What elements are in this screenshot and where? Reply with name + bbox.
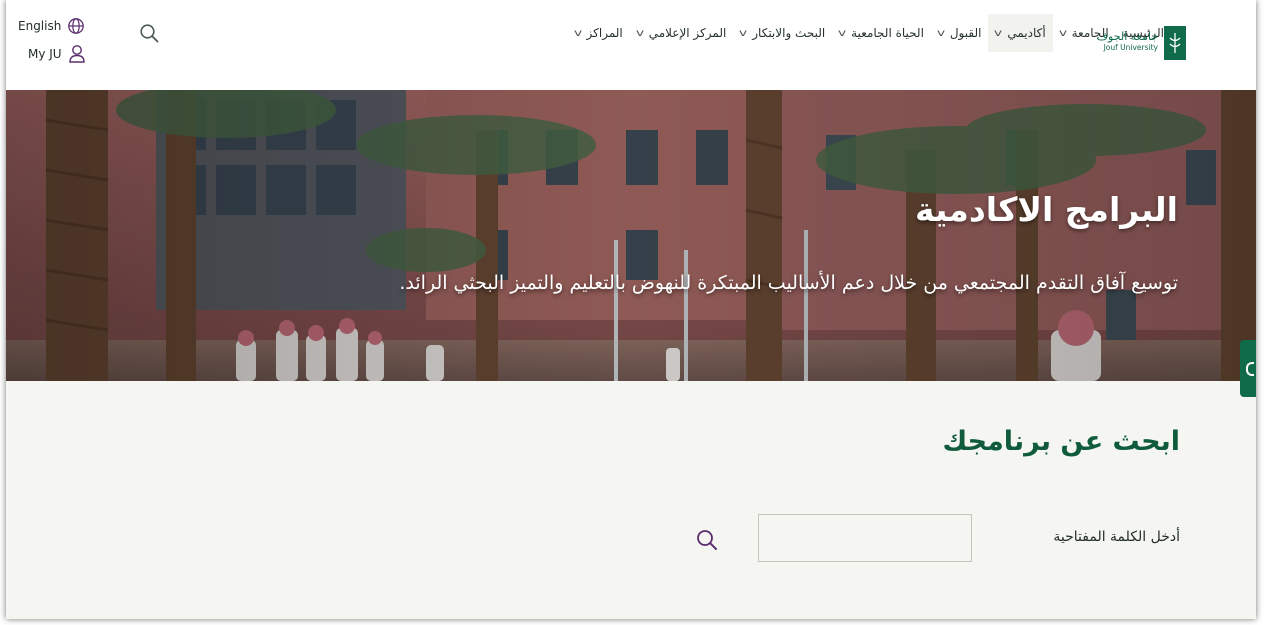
nav-item-label: البحث والابتكار: [752, 26, 826, 40]
utility-links: English My JU: [18, 16, 108, 72]
logo-mark-icon: [1164, 26, 1186, 60]
globe-icon: [68, 18, 85, 34]
keyword-label: أدخل الكلمة المفتاحية: [1053, 529, 1180, 545]
hero-subtitle: توسيع آفاق التقدم المجتمعي من خلال دعم ا…: [399, 272, 1178, 294]
chevron-down-icon: v: [635, 27, 644, 39]
nav-item-admission[interactable]: القبول v: [931, 14, 989, 52]
main-navigation: الرئيسية الجامعة v أكاديمي v القبول v ال…: [568, 14, 1171, 52]
campus-photo: [6, 90, 1256, 381]
logo-arabic-text: جامعة الجوف: [1096, 30, 1158, 43]
chevron-down-icon: v: [838, 27, 847, 39]
site-header: English My JU الرئيسية الجامعة v أكاديمي…: [6, 0, 1256, 90]
logo-english-text: Jouf University: [1103, 43, 1158, 52]
nav-item-label: الحياة الجامعية: [851, 26, 924, 40]
search-icon[interactable]: [138, 22, 160, 44]
chevron-down-icon: v: [573, 27, 582, 39]
search-icon[interactable]: [694, 527, 720, 553]
hero-banner: البرامج الاكادمية توسيع آفاق التقدم المج…: [6, 90, 1256, 381]
nav-item-label: المراكز: [586, 26, 623, 40]
side-feedback-tab[interactable]: [1240, 340, 1256, 397]
user-icon: [68, 45, 85, 63]
nav-item-label: أكاديمي: [1007, 26, 1046, 40]
nav-item-label: القبول: [949, 26, 982, 40]
university-logo[interactable]: جامعة الجوف Jouf University: [1086, 26, 1186, 66]
nav-item-research[interactable]: البحث والابتكار v: [733, 14, 832, 52]
browser-viewport: English My JU الرئيسية الجامعة v أكاديمي…: [6, 0, 1256, 619]
chevron-down-icon: v: [936, 27, 946, 39]
nav-item-media-center[interactable]: المركز الإعلامي v: [630, 14, 734, 52]
language-switch[interactable]: English: [18, 16, 108, 36]
keyword-input[interactable]: [758, 514, 972, 562]
nav-item-centers[interactable]: المراكز v: [568, 14, 630, 52]
nav-item-label: المركز الإعلامي: [648, 26, 727, 40]
chevron-down-icon: v: [1058, 27, 1067, 39]
chevron-down-icon: v: [994, 27, 1003, 39]
chevron-down-icon: v: [739, 27, 748, 39]
nav-item-academic[interactable]: أكاديمي v: [988, 14, 1053, 52]
my-ju-label: My JU: [28, 47, 62, 61]
search-section-title: ابحث عن برنامجك: [942, 426, 1180, 457]
hero-title: البرامج الاكادمية: [914, 190, 1178, 229]
language-label: English: [18, 19, 62, 33]
nav-item-university-life[interactable]: الحياة الجامعية v: [832, 14, 931, 52]
my-ju-link[interactable]: My JU: [18, 44, 108, 64]
